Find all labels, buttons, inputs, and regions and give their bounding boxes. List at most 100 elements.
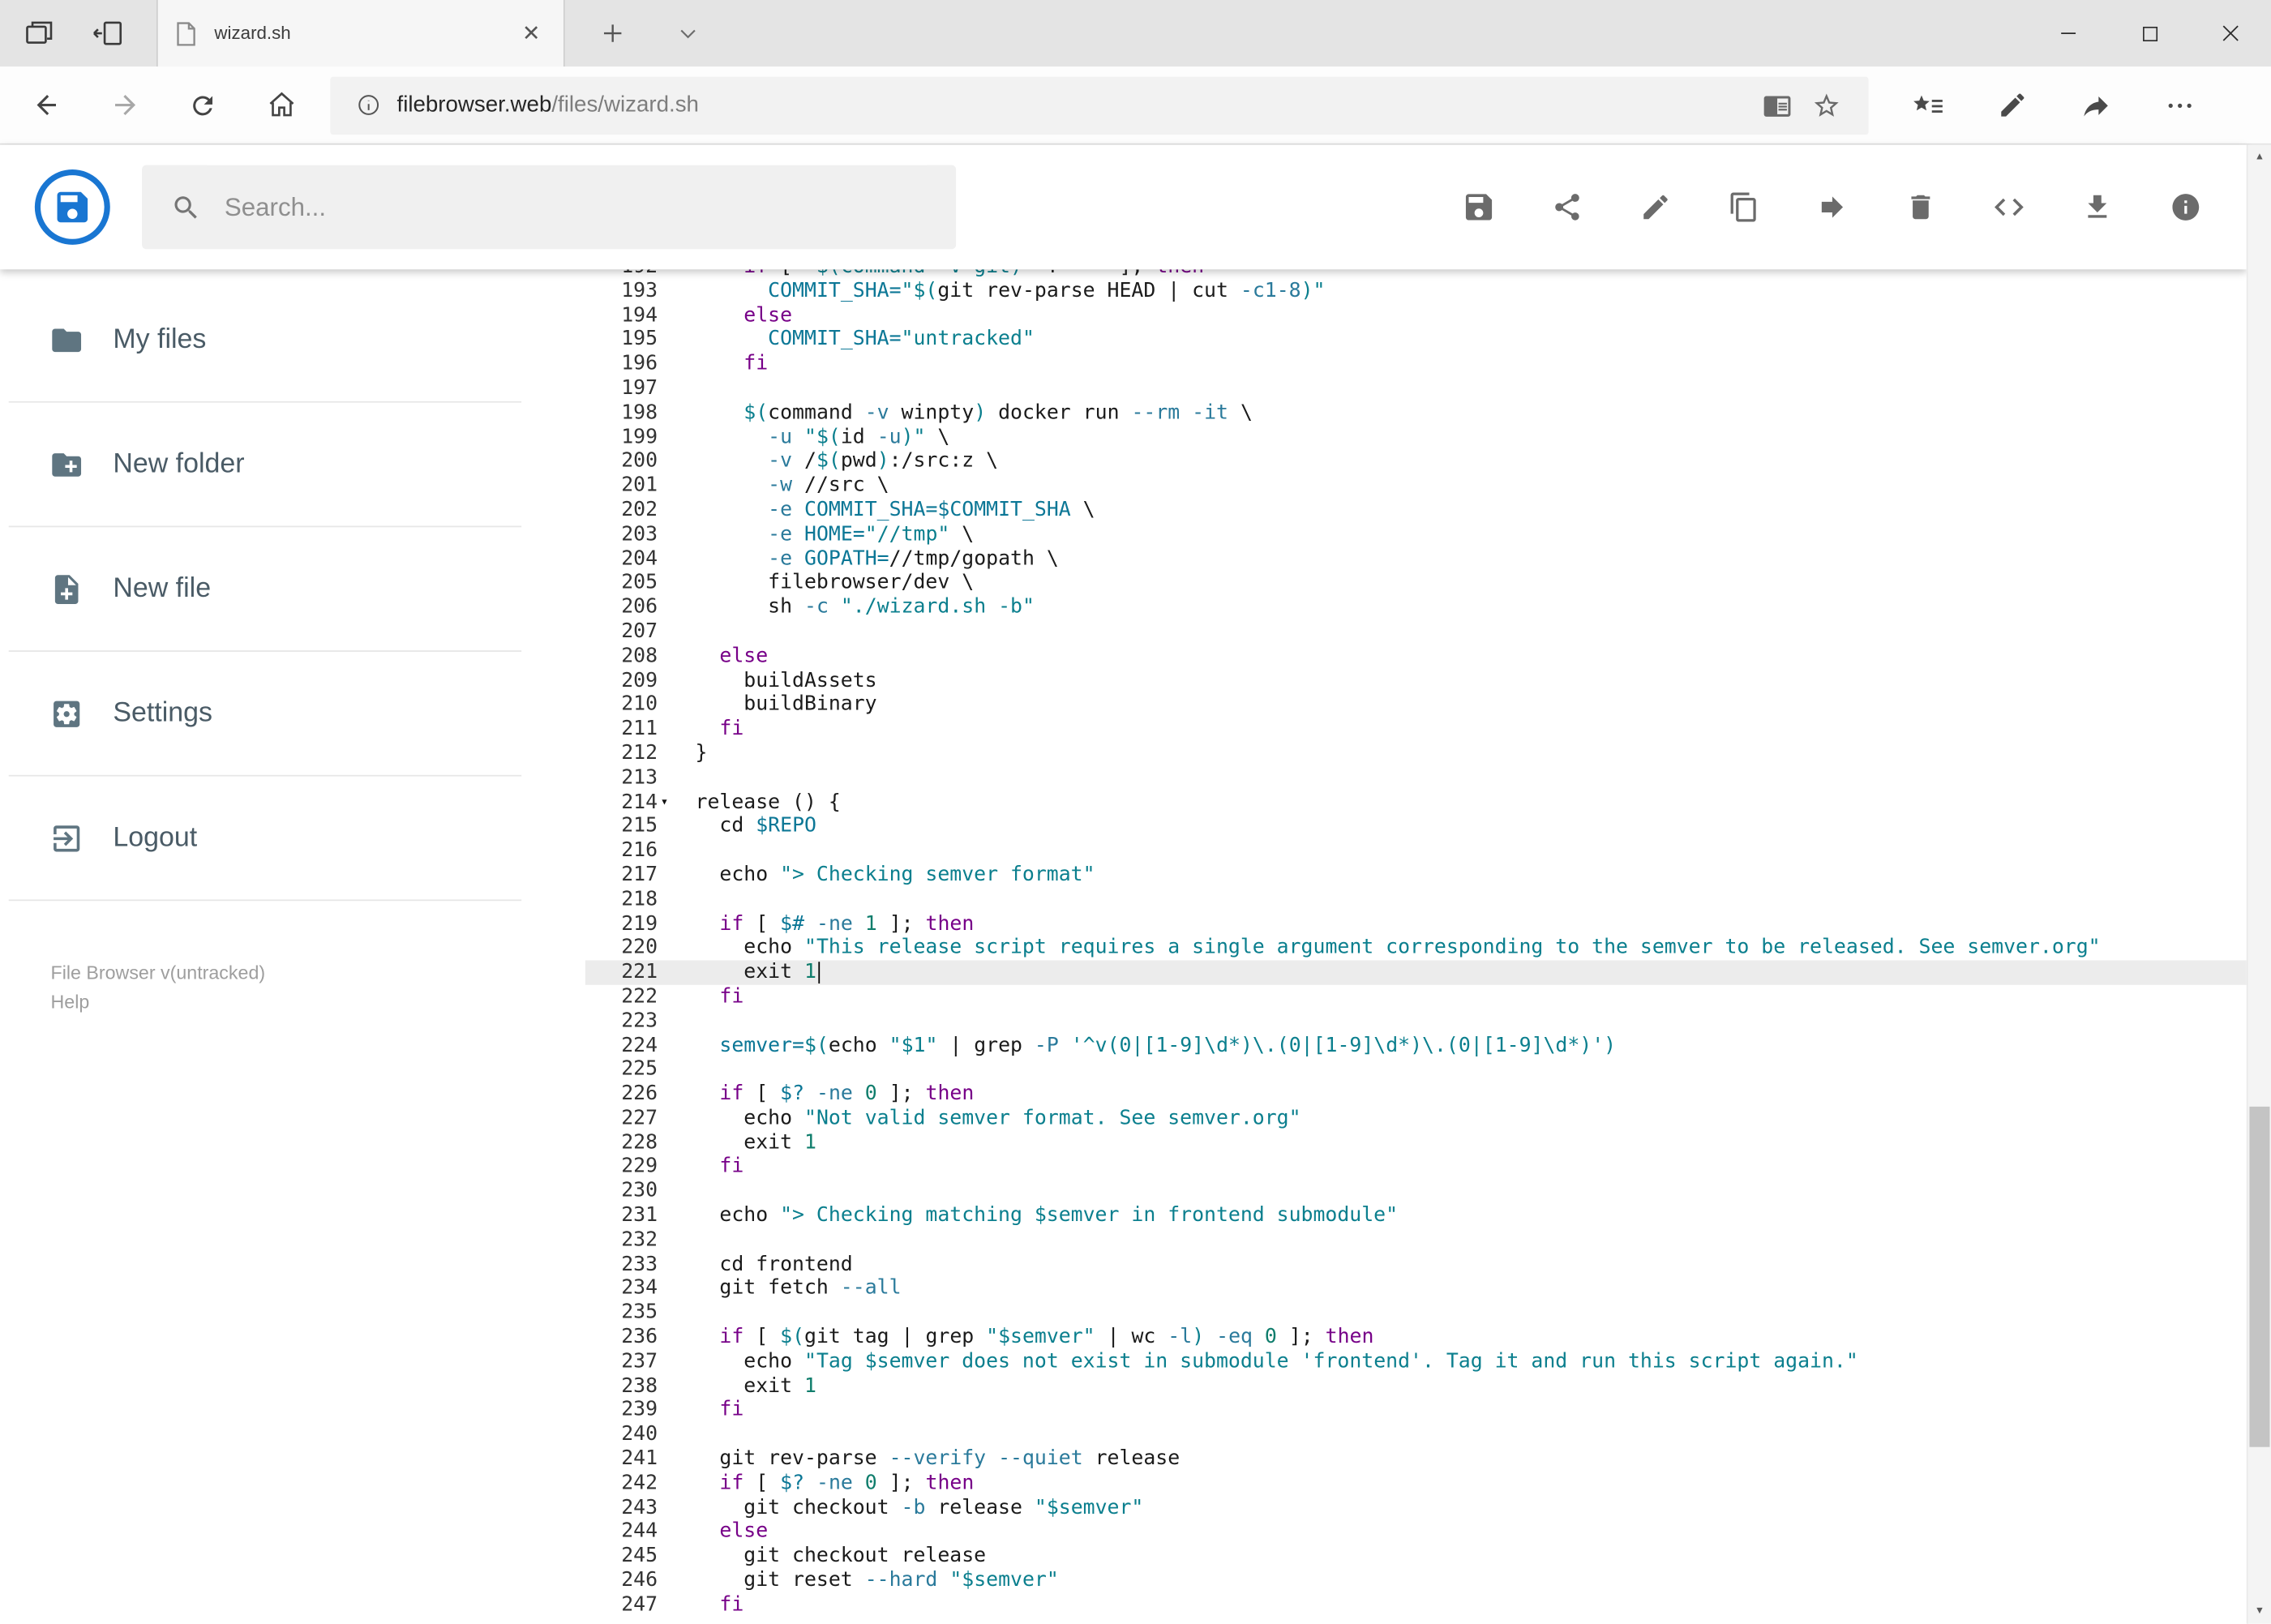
url-field[interactable]: filebrowser.web/files/wizard.sh	[330, 75, 1869, 135]
code-line[interactable]: 240	[585, 1423, 2247, 1447]
forward-icon[interactable]	[92, 73, 156, 137]
sidebar-item-logout[interactable]: Logout	[0, 777, 580, 900]
code-line[interactable]: 233 cd frontend	[585, 1253, 2247, 1277]
fold-marker-icon[interactable]: ▾	[658, 791, 672, 815]
favorite-star-icon[interactable]	[1802, 80, 1851, 130]
code-line[interactable]: 226 if [ $? -ne 0 ]; then	[585, 1082, 2247, 1107]
code-line[interactable]: 209 buildAssets	[585, 669, 2247, 693]
window-maximize-button[interactable]	[2109, 0, 2190, 66]
code-line[interactable]: 208 else	[585, 645, 2247, 669]
delete-icon[interactable]	[1903, 190, 1938, 225]
sidebar-item-new-file[interactable]: New file	[0, 527, 580, 650]
code-line[interactable]: 200 -v /$(pwd):/src:z \	[585, 449, 2247, 473]
code-line[interactable]: 243 git checkout -b release "$semver"	[585, 1496, 2247, 1520]
scroll-down-icon[interactable]: ▼	[2248, 1599, 2271, 1623]
code-line[interactable]: 195 COMMIT_SHA="untracked"	[585, 328, 2247, 352]
set-tabs-aside-icon[interactable]	[90, 15, 127, 52]
copy-icon[interactable]	[1727, 190, 1762, 225]
filebrowser-logo[interactable]	[34, 169, 110, 245]
code-line[interactable]: 199 -u "$(id -u)" \	[585, 425, 2247, 449]
code-line[interactable]: 210 buildBinary	[585, 693, 2247, 718]
code-line[interactable]: 239 fi	[585, 1399, 2247, 1423]
code-line[interactable]: 225	[585, 1058, 2247, 1082]
code-line[interactable]: 242 if [ $? -ne 0 ]; then	[585, 1472, 2247, 1496]
code-line[interactable]: 197	[585, 376, 2247, 401]
move-icon[interactable]	[1815, 190, 1849, 225]
sidebar-item-my-files[interactable]: My files	[0, 278, 580, 401]
code-line[interactable]: 244 else	[585, 1520, 2247, 1545]
code-line[interactable]: 192 if [ "$(command -v git)" != "" ]; th…	[585, 269, 2247, 279]
tab-preview-icon[interactable]	[20, 15, 58, 52]
refresh-icon[interactable]	[171, 73, 235, 137]
code-line[interactable]: 211 fi	[585, 718, 2247, 742]
new-tab-icon[interactable]	[593, 15, 631, 52]
code-line[interactable]: 237 echo "Tag $semver does not exist in …	[585, 1350, 2247, 1374]
edit-icon[interactable]	[1639, 190, 1673, 225]
share-icon[interactable]	[2068, 78, 2123, 133]
code-line[interactable]: 236 if [ $(git tag | grep "$semver" | wc…	[585, 1326, 2247, 1350]
search-input[interactable]	[224, 191, 928, 223]
code-line[interactable]: 198 $(command -v winpty) docker run --rm…	[585, 401, 2247, 425]
code-line[interactable]: 227 echo "Not valid semver format. See s…	[585, 1107, 2247, 1131]
tab-list-chevron-icon[interactable]	[669, 15, 706, 52]
code-line[interactable]: 219 if [ $# -ne 1 ]; then	[585, 912, 2247, 936]
code-line[interactable]: 207	[585, 620, 2247, 645]
code-line[interactable]: 220 echo "This release script requires a…	[585, 936, 2247, 961]
page-scrollbar[interactable]: ▲ ▼	[2246, 144, 2271, 1624]
tab-close-icon[interactable]: ✕	[516, 17, 546, 49]
download-icon[interactable]	[2080, 190, 2115, 225]
help-link[interactable]: Help	[51, 988, 580, 1017]
code-line[interactable]: 206 sh -c "./wizard.sh -b"	[585, 596, 2247, 620]
code-line[interactable]: 247 fi	[585, 1593, 2247, 1618]
code-line[interactable]: 216	[585, 839, 2247, 863]
code-line[interactable]: 223	[585, 1009, 2247, 1034]
window-close-button[interactable]	[2190, 0, 2271, 66]
code-line[interactable]: 217 echo "> Checking semver format"	[585, 863, 2247, 888]
code-line[interactable]: 203 -e HOME="//tmp" \	[585, 523, 2247, 547]
code-line[interactable]: 241 git rev-parse --verify --quiet relea…	[585, 1447, 2247, 1472]
code-line[interactable]: 214 ▾ release () {	[585, 791, 2247, 815]
back-icon[interactable]	[15, 73, 79, 137]
scrollbar-thumb[interactable]	[2249, 1106, 2270, 1447]
code-line[interactable]: 213	[585, 766, 2247, 791]
code-line[interactable]: 221 exit 1	[585, 960, 2247, 985]
code-line[interactable]: 246 git reset --hard "$semver"	[585, 1569, 2247, 1593]
code-line[interactable]: 215 cd $REPO	[585, 815, 2247, 839]
code-line[interactable]: 196 fi	[585, 352, 2247, 376]
code-line[interactable]: 235	[585, 1301, 2247, 1326]
more-icon[interactable]	[2153, 78, 2208, 133]
home-icon[interactable]	[249, 73, 313, 137]
code-line[interactable]: 229 fi	[585, 1155, 2247, 1180]
code-line[interactable]: 201 -w //src \	[585, 473, 2247, 498]
code-line[interactable]: 228 exit 1	[585, 1131, 2247, 1155]
sidebar-item-new-folder[interactable]: New folder	[0, 403, 580, 526]
save-icon[interactable]	[1462, 190, 1497, 225]
code-line[interactable]: 231 echo "> Checking matching $semver in…	[585, 1204, 2247, 1228]
scroll-up-icon[interactable]: ▲	[2248, 145, 2271, 169]
reading-view-icon[interactable]	[1753, 80, 1802, 130]
code-line[interactable]: 234 git fetch --all	[585, 1277, 2247, 1301]
code-line[interactable]: 204 -e GOPATH=//tmp/gopath \	[585, 547, 2247, 572]
window-minimize-button[interactable]	[2028, 0, 2109, 66]
share-icon[interactable]	[1550, 190, 1585, 225]
code-line[interactable]: 218	[585, 888, 2247, 912]
code-line[interactable]: 194 else	[585, 303, 2247, 328]
code-line[interactable]: 232	[585, 1228, 2247, 1253]
tab-wizard-sh[interactable]: wizard.sh ✕	[156, 0, 565, 67]
code-line[interactable]: 224 semver=$(echo "$1" | grep -P '^v(0|[…	[585, 1034, 2247, 1058]
code-line[interactable]: 193 COMMIT_SHA="$(git rev-parse HEAD | c…	[585, 279, 2247, 303]
info-icon[interactable]	[2168, 190, 2203, 225]
web-note-icon[interactable]	[1985, 78, 2040, 133]
hub-icon[interactable]	[1900, 78, 1956, 133]
code-line[interactable]: 230	[585, 1180, 2247, 1204]
page-info-icon[interactable]	[348, 92, 388, 117]
code-line[interactable]: 222 fi	[585, 985, 2247, 1009]
code-line[interactable]: 238 exit 1	[585, 1374, 2247, 1399]
search-box[interactable]	[142, 165, 957, 250]
code-line[interactable]: 245 git checkout release	[585, 1545, 2247, 1569]
code-line[interactable]: 202 -e COMMIT_SHA=$COMMIT_SHA \	[585, 499, 2247, 523]
code-line[interactable]: 205 filebrowser/dev \	[585, 572, 2247, 596]
code-editor[interactable]: 192 if [ "$(command -v git)" != "" ]; th…	[585, 269, 2247, 1624]
raw-code-icon[interactable]	[1991, 190, 2026, 225]
sidebar-item-settings[interactable]: Settings	[0, 652, 580, 775]
